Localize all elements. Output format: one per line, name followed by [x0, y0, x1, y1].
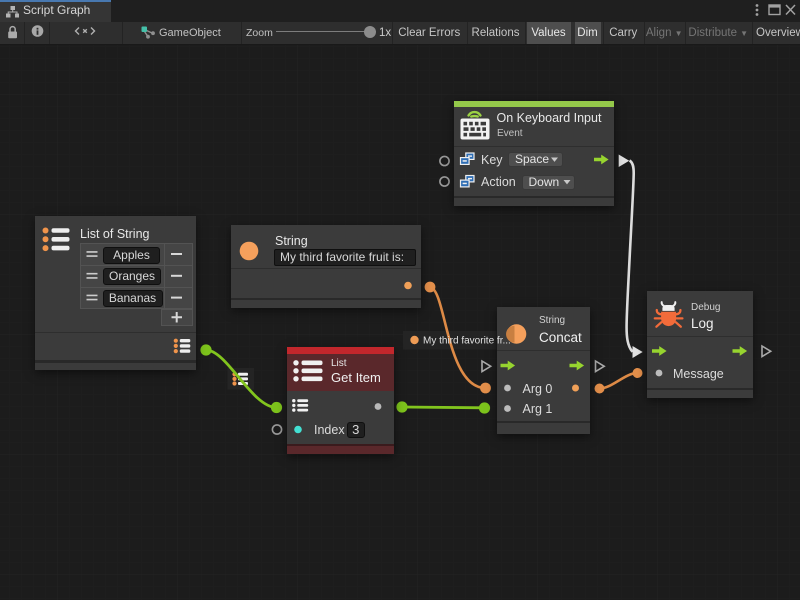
svg-text:My third favorite fr...: My third favorite fr...	[423, 336, 511, 347]
